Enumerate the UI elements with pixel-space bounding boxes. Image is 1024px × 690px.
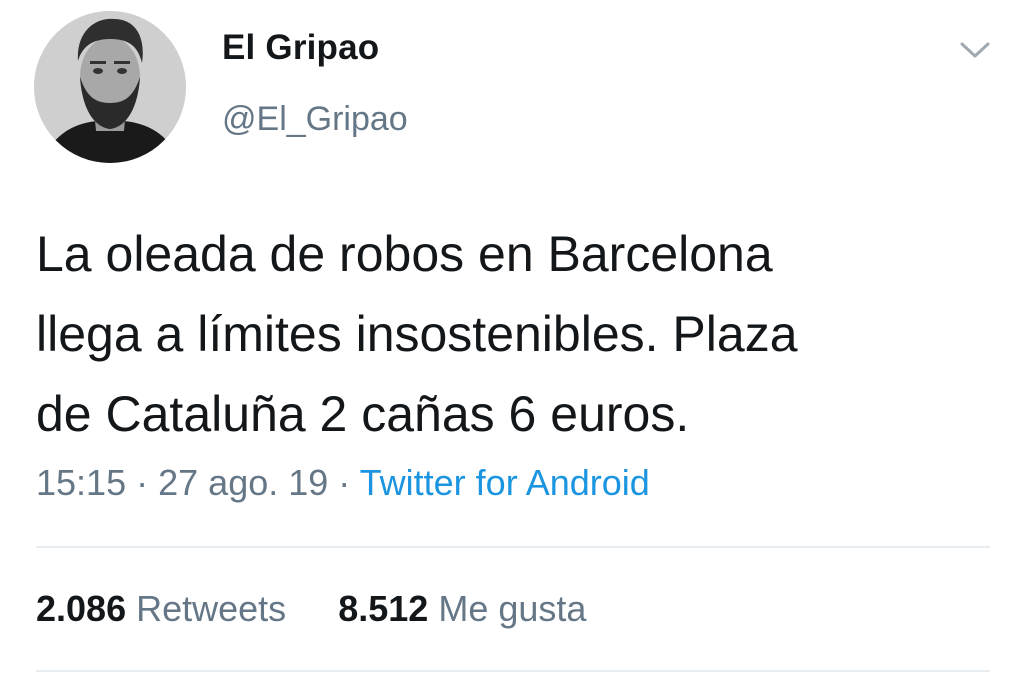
tweet-text-line: La oleada de robos en Barcelona (36, 226, 773, 282)
meta-separator: · (338, 462, 351, 503)
likes-count: 8.512 (338, 588, 429, 629)
likes-stat[interactable]: 8.512 Me gusta (338, 588, 586, 629)
handle[interactable]: @El_Gripao (222, 100, 408, 139)
tweet-text-line: de Cataluña 2 cañas 6 euros. (36, 386, 690, 442)
tweet-text-line: llega a límites insostenibles. Plaza (36, 306, 798, 362)
tweet-date[interactable]: 27 ago. 19 (158, 462, 328, 503)
tweet-meta: 15:15 · 27 ago. 19 · Twitter for Android (36, 462, 650, 504)
retweets-count: 2.086 (36, 588, 127, 629)
divider (36, 546, 990, 548)
tweet-card: El Gripao @El_Gripao La oleada de robos … (0, 0, 1024, 690)
divider (36, 670, 990, 672)
retweets-label: Retweets (136, 588, 287, 629)
meta-separator: · (136, 462, 149, 503)
chevron-down-icon[interactable] (958, 38, 992, 62)
profile-photo-icon (34, 11, 186, 163)
likes-label: Me gusta (438, 588, 587, 629)
tweet-text: La oleada de robos en Barcelona llega a … (36, 214, 1006, 454)
tweet-source-link[interactable]: Twitter for Android (360, 462, 650, 503)
retweets-stat[interactable]: 2.086 Retweets (36, 588, 296, 629)
avatar[interactable] (34, 11, 186, 163)
tweet-time[interactable]: 15:15 (36, 462, 126, 503)
tweet-stats: 2.086 Retweets 8.512 Me gusta (36, 588, 586, 630)
display-name[interactable]: El Gripao (222, 28, 379, 68)
